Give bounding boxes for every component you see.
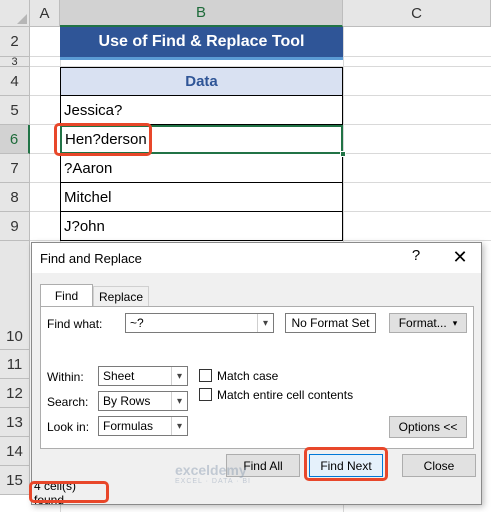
close-icon[interactable]: ✕: [450, 247, 470, 269]
format-status: No Format Set: [291, 316, 370, 330]
match-entire-label: Match entire cell contents: [217, 388, 354, 402]
find-what-label: Find what:: [47, 317, 103, 331]
tab-find-label: Find: [54, 289, 79, 303]
data-column-header[interactable]: Data: [60, 67, 343, 96]
select-all-corner[interactable]: [0, 0, 30, 27]
format-status-box: No Format Set: [285, 313, 376, 333]
column-header-b[interactable]: B: [60, 0, 343, 27]
watermark-brand: exceldemy: [175, 462, 247, 478]
sheet-title-cell[interactable]: Use of Find & Replace Tool: [60, 27, 343, 57]
lookin-select[interactable]: Formulas ▾: [98, 416, 188, 436]
find-next-highlight: [304, 447, 388, 481]
row-header-14[interactable]: 14: [0, 437, 30, 466]
help-icon[interactable]: ?: [406, 247, 426, 269]
tab-replace-label: Replace: [98, 289, 144, 304]
dialog-title: Find and Replace: [40, 251, 142, 266]
row-header-15[interactable]: 15: [0, 466, 30, 495]
row-header-4[interactable]: 4: [0, 67, 30, 96]
column-header-a[interactable]: A: [30, 0, 60, 27]
options-button[interactable]: Options <<: [389, 416, 467, 438]
within-label: Within:: [47, 370, 84, 384]
chevron-down-icon[interactable]: ▾: [171, 367, 187, 385]
find-what-input[interactable]: ~? ▾: [125, 313, 274, 333]
row-header-6[interactable]: 6: [0, 125, 30, 154]
dialog-titlebar: Find and Replace ? ✕: [32, 243, 481, 273]
within-value: Sheet: [103, 369, 135, 383]
row-header-3[interactable]: 3: [0, 56, 30, 68]
data-cell-b8[interactable]: Mitchel: [60, 183, 343, 212]
find-replace-dialog: Find and Replace ? ✕ Find Replace Find w…: [31, 242, 482, 505]
found-cell-highlight: [54, 123, 152, 156]
match-entire-checkbox[interactable]: [199, 388, 212, 401]
fill-handle[interactable]: [340, 151, 346, 157]
within-select[interactable]: Sheet ▾: [98, 366, 188, 386]
format-button[interactable]: Format... ▾: [389, 313, 467, 333]
row-header-5[interactable]: 5: [0, 96, 30, 125]
status-highlight: [29, 481, 109, 503]
close-button[interactable]: Close: [402, 454, 476, 477]
chevron-down-icon[interactable]: ▾: [171, 392, 187, 410]
title-underline: [60, 57, 343, 60]
data-cell-b7[interactable]: ?Aaron: [60, 154, 343, 183]
find-tab-panel: Find what: ~? ▾ No Format Set Format... ▾…: [40, 306, 474, 449]
data-cell-b9[interactable]: J?ohn: [60, 212, 343, 241]
find-what-value: ~?: [130, 316, 144, 330]
close-button-label: Close: [423, 458, 455, 473]
row-header-11[interactable]: 11: [0, 350, 30, 379]
options-button-label: Options <<: [398, 420, 458, 434]
tab-find[interactable]: Find: [40, 284, 93, 307]
select-all-icon: [17, 14, 27, 24]
tab-replace[interactable]: Replace: [93, 286, 149, 306]
chevron-down-icon[interactable]: ▾: [257, 314, 273, 332]
search-select[interactable]: By Rows ▾: [98, 391, 188, 411]
watermark-logo: exceldemy EXCEL · DATA · BI: [175, 462, 251, 485]
search-value: By Rows: [103, 394, 151, 408]
chevron-down-icon[interactable]: ▾: [171, 417, 187, 435]
match-case-label: Match case: [217, 369, 279, 383]
row-header-10[interactable]: 10: [0, 241, 30, 350]
data-cell-b5[interactable]: Jessica?: [60, 96, 343, 125]
search-label: Search:: [47, 395, 89, 409]
lookin-value: Formulas: [103, 419, 154, 433]
row-header-8[interactable]: 8: [0, 183, 30, 212]
row-header-12[interactable]: 12: [0, 379, 30, 408]
chevron-down-icon: ▾: [452, 317, 458, 328]
lookin-label: Look in:: [47, 420, 90, 434]
column-header-c[interactable]: C: [343, 0, 491, 27]
row-header-7[interactable]: 7: [0, 154, 30, 183]
row-header-2[interactable]: 2: [0, 27, 30, 57]
match-case-checkbox[interactable]: [199, 369, 212, 382]
row-header-9[interactable]: 9: [0, 212, 30, 241]
row-header-13[interactable]: 13: [0, 408, 30, 437]
format-button-label: Format...: [398, 316, 447, 330]
watermark-tagline: EXCEL · DATA · BI: [175, 478, 251, 485]
